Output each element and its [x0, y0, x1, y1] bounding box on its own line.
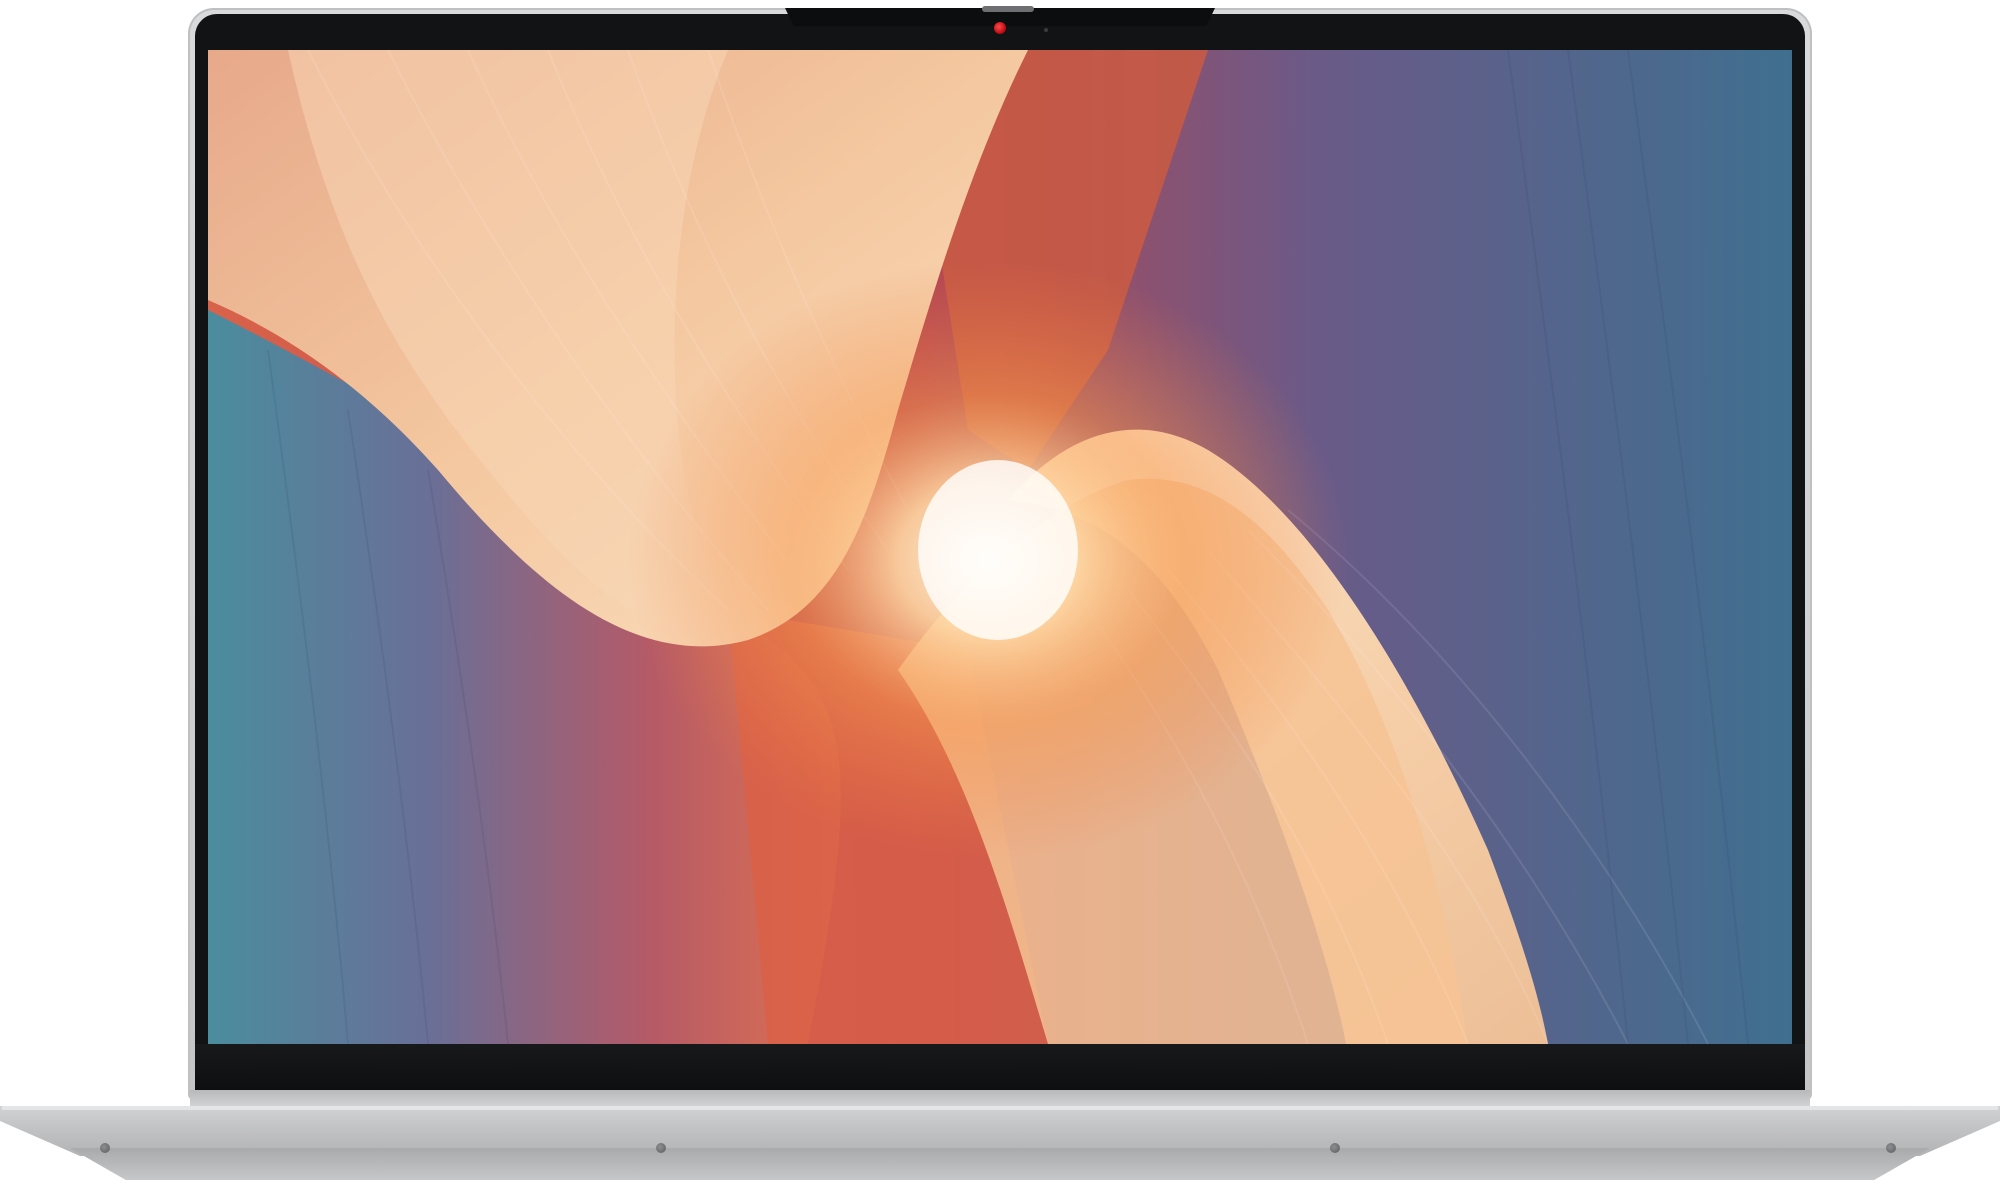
- rubber-foot: [656, 1143, 666, 1153]
- rubber-foot: [1330, 1143, 1340, 1153]
- base-underside: [70, 1148, 1930, 1180]
- display-wallpaper: [208, 50, 1792, 1044]
- webcam-icon: [994, 22, 1006, 34]
- rubber-foot: [100, 1143, 110, 1153]
- screen-bottom-bezel: [195, 1044, 1805, 1090]
- base-edge-highlight: [2, 1106, 1998, 1110]
- wallpaper-art: [208, 50, 1792, 1044]
- webcam-shutter-switch: [982, 6, 1034, 12]
- rubber-foot: [1886, 1143, 1896, 1153]
- sensor-icon: [1044, 28, 1048, 32]
- laptop-photo: [0, 0, 2000, 1187]
